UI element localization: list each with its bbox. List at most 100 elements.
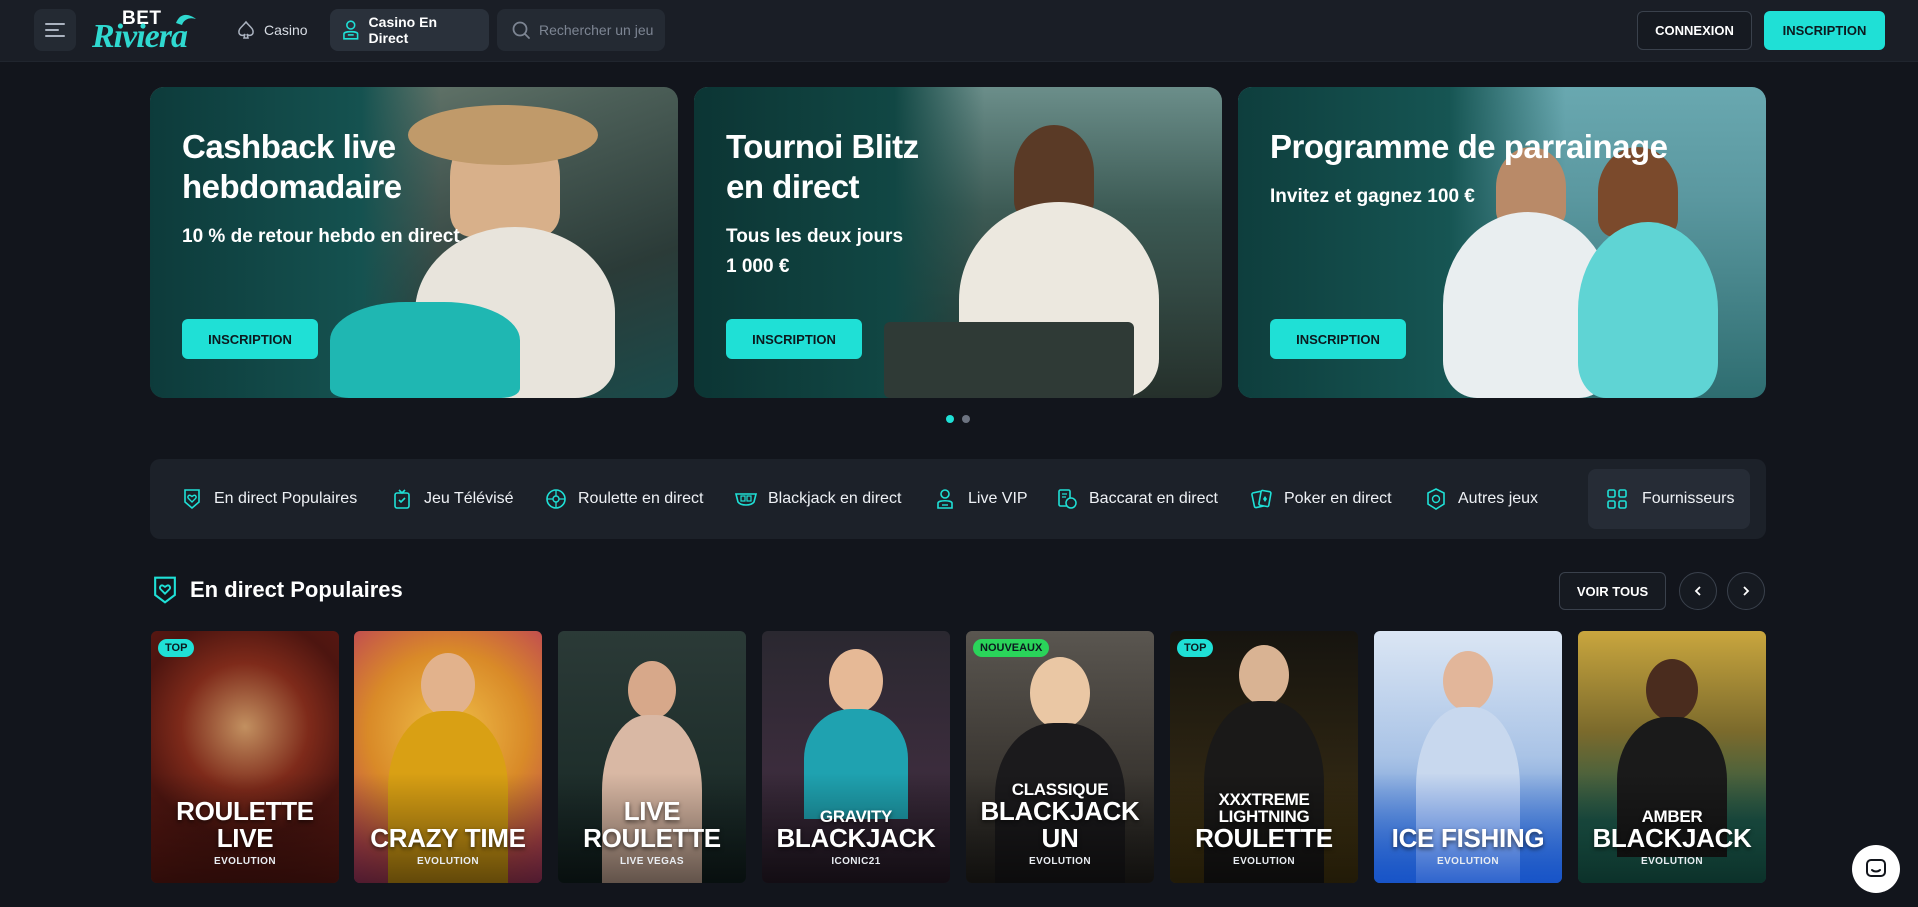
carousel-dot-2[interactable] [962,415,970,423]
game-card-amber-blackjack[interactable]: Amber Blackjack EVOLUTION [1578,631,1766,883]
heart-shield-icon [184,489,200,510]
heart-shield-icon [154,576,176,604]
live-chat-button[interactable] [1852,845,1900,893]
card-table-image [884,322,1134,398]
section-title: En direct Populaires [150,574,403,606]
game-title: Ice Fishing EVOLUTION [1374,823,1562,868]
category-live-vip[interactable]: Live VIP [934,483,1028,515]
game-title: Crazy Time EVOLUTION [354,823,542,868]
promo-title-line: Tournoi Blitz [726,128,919,165]
promo-title-line: Programme de parrainage [1270,128,1668,165]
promo-subtitle: 10 % de retour hebdo en direct [182,226,460,247]
category-poker[interactable]: Poker en direct [1250,483,1392,515]
promo-title: Tournoi Blitz en direct [726,127,919,207]
logo-wave-icon [176,14,196,25]
vip-dealer-icon [937,489,953,509]
promo-signup-button[interactable]: INSCRIPTION [182,319,318,359]
dealer-head-image [1239,645,1289,705]
dealer-head-image [628,661,676,719]
game-name-line: Live [623,796,681,826]
game-name-line: Roulette [176,796,314,826]
chevron-right-icon [1743,586,1750,596]
category-label: Baccarat en direct [1089,490,1218,507]
game-provider: EVOLUTION [1029,856,1091,867]
providers-button[interactable]: Fournisseurs [1588,469,1750,529]
promo-signup-button[interactable]: INSCRIPTION [726,319,862,359]
game-card-xxxtreme-lightning-roulette[interactable]: TOP XXXtreme Lightning Roulette EVOLUTIO… [1170,631,1358,883]
category-roulette[interactable]: Roulette en direct [544,483,703,515]
category-label: Roulette en direct [578,490,704,507]
signup-button[interactable]: INSCRIPTION [1764,11,1885,50]
game-provider: EVOLUTION [417,856,479,867]
game-card-live-roulette[interactable]: Live Roulette LIVE VEGAS [558,631,746,883]
section-title-text: En direct Populaires [190,577,403,602]
roulette-icon [546,489,566,509]
promo-subtitle-line: 1 000 € [726,256,790,277]
grid-icon [1607,489,1627,509]
category-label: En direct Populaires [214,490,358,507]
category-label: Jeu Télévisé [424,490,514,507]
host-head-image [421,653,475,717]
prev-arrow-button[interactable] [1679,572,1717,610]
nav-live-label: Casino En Direct [368,14,438,46]
game-title: Classique Blackjack Un EVOLUTION [966,781,1154,867]
category-label: Autres jeux [1458,490,1539,507]
hamburger-menu-button[interactable] [34,9,76,51]
game-provider: LIVE VEGAS [619,856,684,867]
search-input[interactable]: Rechercher un jeu [497,9,665,51]
top-badge: TOP [1177,639,1214,657]
game-name-line: Live [216,823,274,853]
login-button[interactable]: CONNEXION [1637,11,1752,50]
poker-icon [1251,489,1272,509]
promo-title-line: en direct [726,168,860,205]
baccarat-icon [1058,489,1077,509]
chat-icon [1866,859,1886,877]
promo-banner-blitz[interactable]: Tournoi Blitz en direct Tous les deux jo… [694,87,1222,398]
game-card-gravity-blackjack[interactable]: Gravity Blackjack ICONIC21 [762,631,950,883]
game-name-line: Un [1041,823,1079,853]
category-blackjack[interactable]: Blackjack en direct [734,483,901,515]
blackjack-icon [734,493,758,506]
promo-banner-cashback[interactable]: Cashback live hebdomadaire 10 % de retou… [150,87,678,398]
next-arrow-button[interactable] [1727,572,1765,610]
category-other-games[interactable]: Autres jeux [1424,483,1538,515]
game-card-crazy-time[interactable]: Crazy Time EVOLUTION [354,631,542,883]
game-card-ice-fishing[interactable]: Ice Fishing EVOLUTION [1374,631,1562,883]
tv-game-icon [394,489,410,509]
view-all-button[interactable]: VOIR TOUS [1559,572,1666,610]
nav-live-casino[interactable]: Casino En Direct [330,9,489,51]
menu-line [45,23,65,25]
game-provider: EVOLUTION [1641,856,1703,867]
game-title: Roulette Live EVOLUTION [151,796,339,868]
game-title: Amber Blackjack EVOLUTION [1578,808,1766,867]
game-name-line: Blackjack [1592,823,1752,853]
chevron-left-icon [1694,586,1701,596]
game-provider: EVOLUTION [214,856,276,867]
category-baccarat[interactable]: Baccarat en direct [1055,483,1218,515]
promo-title-line: Cashback live [182,128,396,165]
promo-signup-button[interactable]: INSCRIPTION [1270,319,1406,359]
top-header: BET Riviera Casino Casino En Direct Rech… [0,0,1918,62]
carousel-dot-1[interactable] [946,415,954,423]
logo-riviera-text: Riviera [92,18,188,55]
category-popular[interactable]: En direct Populaires [180,483,357,515]
game-provider: EVOLUTION [1233,856,1295,867]
scooter-image [330,302,520,398]
promo-subtitle: Tous les deux jours 1 000 € [726,222,903,282]
game-provider: EVOLUTION [1437,856,1499,867]
promo-title-line: hebdomadaire [182,168,402,205]
straw-hat-image [408,105,598,165]
promo-banner-referral[interactable]: Programme de parrainage Invitez et gagne… [1238,87,1766,398]
game-card-classique-blackjack-un[interactable]: NOUVEAUX Classique Blackjack Un EVOLUTIO… [966,631,1154,883]
spade-icon [238,20,254,39]
betriviera-logo[interactable]: BET Riviera [90,8,202,56]
game-name-line: Ice Fishing [1391,823,1545,853]
game-title: XXXtreme Lightning Roulette EVOLUTION [1170,791,1358,867]
game-card-roulette-live[interactable]: TOP Roulette Live EVOLUTION [151,631,339,883]
category-label: Poker en direct [1284,490,1392,507]
game-name-line: Crazy Time [370,823,526,853]
nav-casino[interactable]: Casino [225,9,319,51]
search-icon [512,21,530,39]
category-tv-game[interactable]: Jeu Télévisé [390,483,514,515]
promo-title: Programme de parrainage [1270,127,1668,167]
